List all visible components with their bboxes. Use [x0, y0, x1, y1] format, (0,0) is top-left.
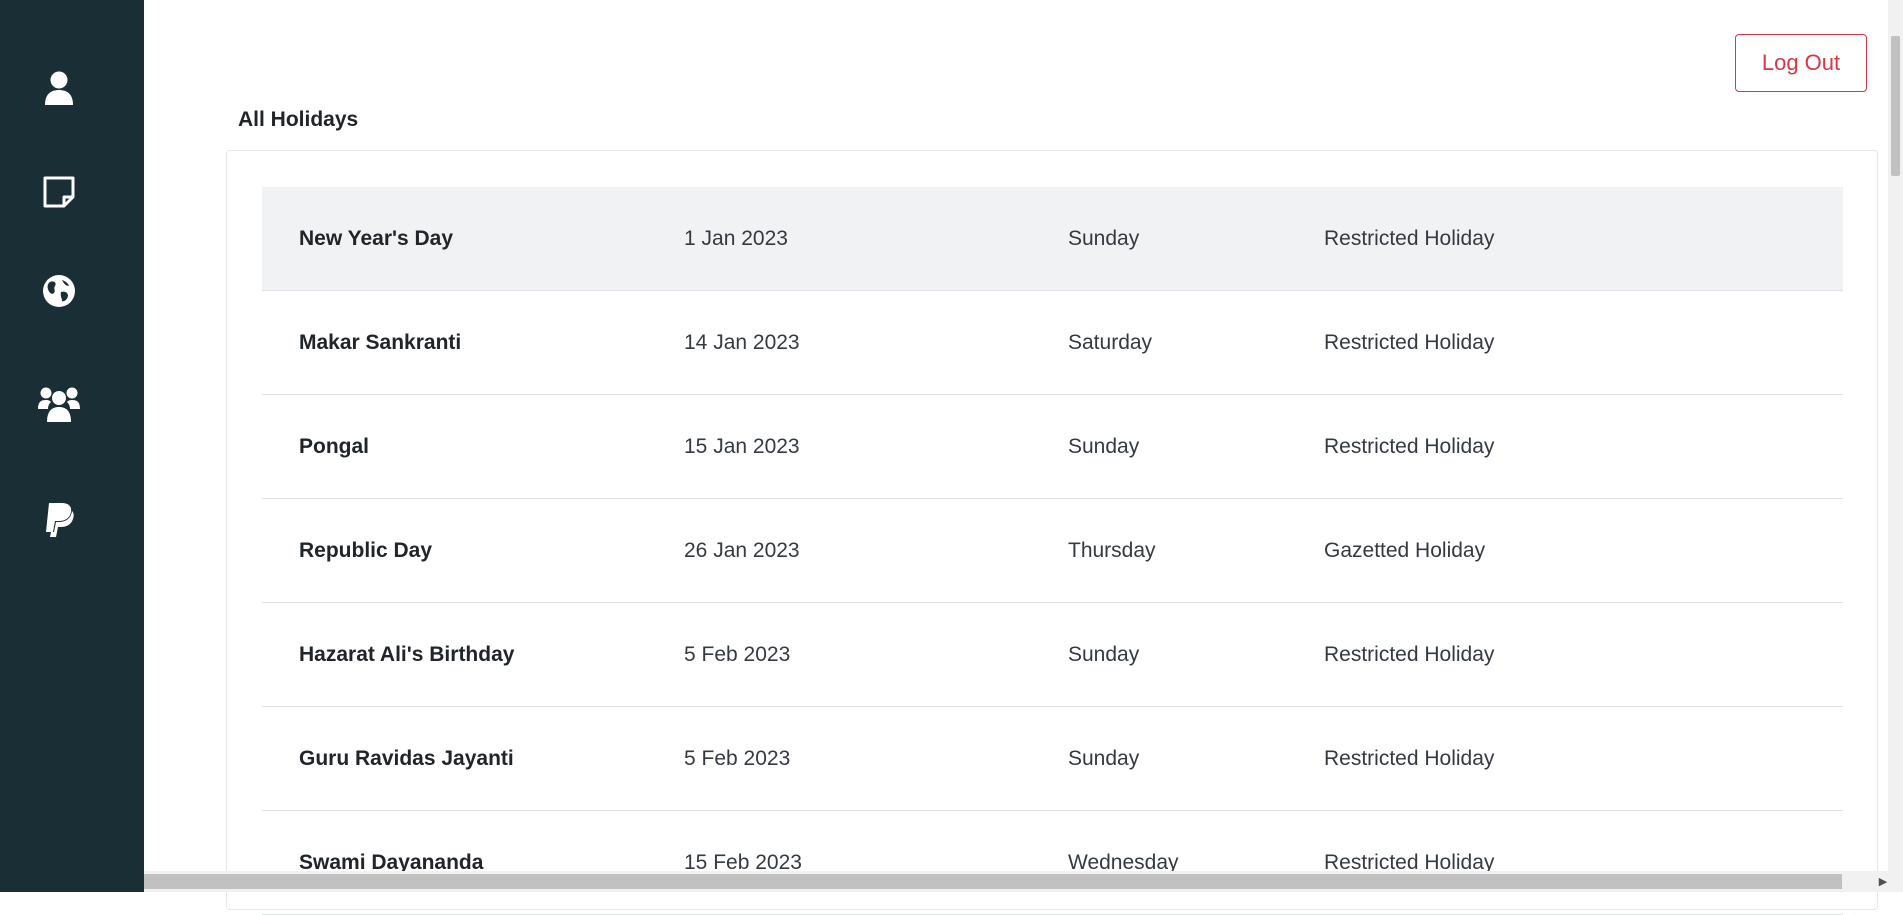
holiday-row[interactable]: Pongal 15 Jan 2023 Sunday Restricted Hol… [262, 395, 1843, 499]
holiday-row[interactable]: Makar Sankranti 14 Jan 2023 Saturday Res… [262, 291, 1843, 395]
holiday-date: 26 Jan 2023 [684, 539, 800, 562]
sidebar-item-notes[interactable] [0, 162, 118, 222]
holiday-type: Restricted Holiday [1324, 435, 1495, 458]
scroll-right-arrow-icon[interactable]: ▶ [1863, 871, 1903, 892]
holiday-day: Sunday [1068, 227, 1140, 250]
sidebar-item-payroll[interactable] [0, 490, 118, 550]
holiday-date: 15 Feb 2023 [684, 851, 802, 874]
holiday-day: Thursday [1068, 539, 1156, 562]
holidays-list: New Year's Day 1 Jan 2023 Sunday Restric… [262, 187, 1843, 915]
holiday-row[interactable]: New Year's Day 1 Jan 2023 Sunday Restric… [262, 187, 1843, 291]
page-title: All Holidays [238, 108, 359, 131]
holiday-name: Pongal [299, 435, 370, 458]
holiday-name: Hazarat Ali's Birthday [299, 643, 515, 666]
holiday-name: Guru Ravidas Jayanti [299, 747, 514, 770]
holiday-name: Makar Sankranti [299, 331, 462, 354]
sidebar-item-team[interactable] [0, 374, 118, 434]
holiday-row[interactable]: Republic Day 26 Jan 2023 Thursday Gazett… [262, 499, 1843, 603]
holiday-type: Gazetted Holiday [1324, 539, 1486, 562]
paypal-icon [46, 503, 74, 537]
holiday-date: 15 Jan 2023 [684, 435, 800, 458]
user-icon [45, 71, 73, 105]
holiday-type: Restricted Holiday [1324, 643, 1495, 666]
sidebar-item-holidays[interactable] [0, 261, 118, 321]
holiday-day: Saturday [1068, 331, 1153, 354]
logout-button[interactable]: Log Out [1735, 34, 1867, 92]
holiday-row[interactable]: Swami Dayananda 15 Feb 2023 Wednesday Re… [262, 811, 1843, 915]
holiday-type: Restricted Holiday [1324, 227, 1495, 250]
holiday-type: Restricted Holiday [1324, 747, 1495, 770]
globe-icon [43, 275, 75, 307]
sticky-note-icon [43, 176, 75, 208]
holiday-row[interactable]: Hazarat Ali's Birthday 5 Feb 2023 Sunday… [262, 603, 1843, 707]
horizontal-scrollbar[interactable]: ▶ [144, 871, 1903, 892]
holiday-type: Restricted Holiday [1324, 331, 1495, 354]
holiday-day: Wednesday [1068, 851, 1179, 874]
holiday-type: Restricted Holiday [1324, 851, 1495, 874]
holiday-date: 1 Jan 2023 [684, 227, 788, 250]
holiday-day: Sunday [1068, 435, 1140, 458]
holiday-name: Swami Dayananda [299, 851, 484, 874]
holiday-day: Sunday [1068, 643, 1140, 666]
holiday-row[interactable]: Guru Ravidas Jayanti 5 Feb 2023 Sunday R… [262, 707, 1843, 811]
holiday-name: New Year's Day [299, 227, 454, 250]
holiday-date: 14 Jan 2023 [684, 331, 800, 354]
vertical-scrollbar[interactable] [1888, 0, 1903, 871]
sidebar [0, 0, 144, 892]
vertical-scrollbar-thumb[interactable] [1891, 36, 1900, 176]
holiday-date: 5 Feb 2023 [684, 643, 791, 666]
users-group-icon [38, 387, 80, 422]
holiday-day: Sunday [1068, 747, 1140, 770]
holiday-name: Republic Day [299, 539, 433, 562]
holiday-date: 5 Feb 2023 [684, 747, 791, 770]
sidebar-item-profile[interactable] [0, 58, 118, 118]
horizontal-scrollbar-thumb[interactable] [144, 874, 1842, 889]
